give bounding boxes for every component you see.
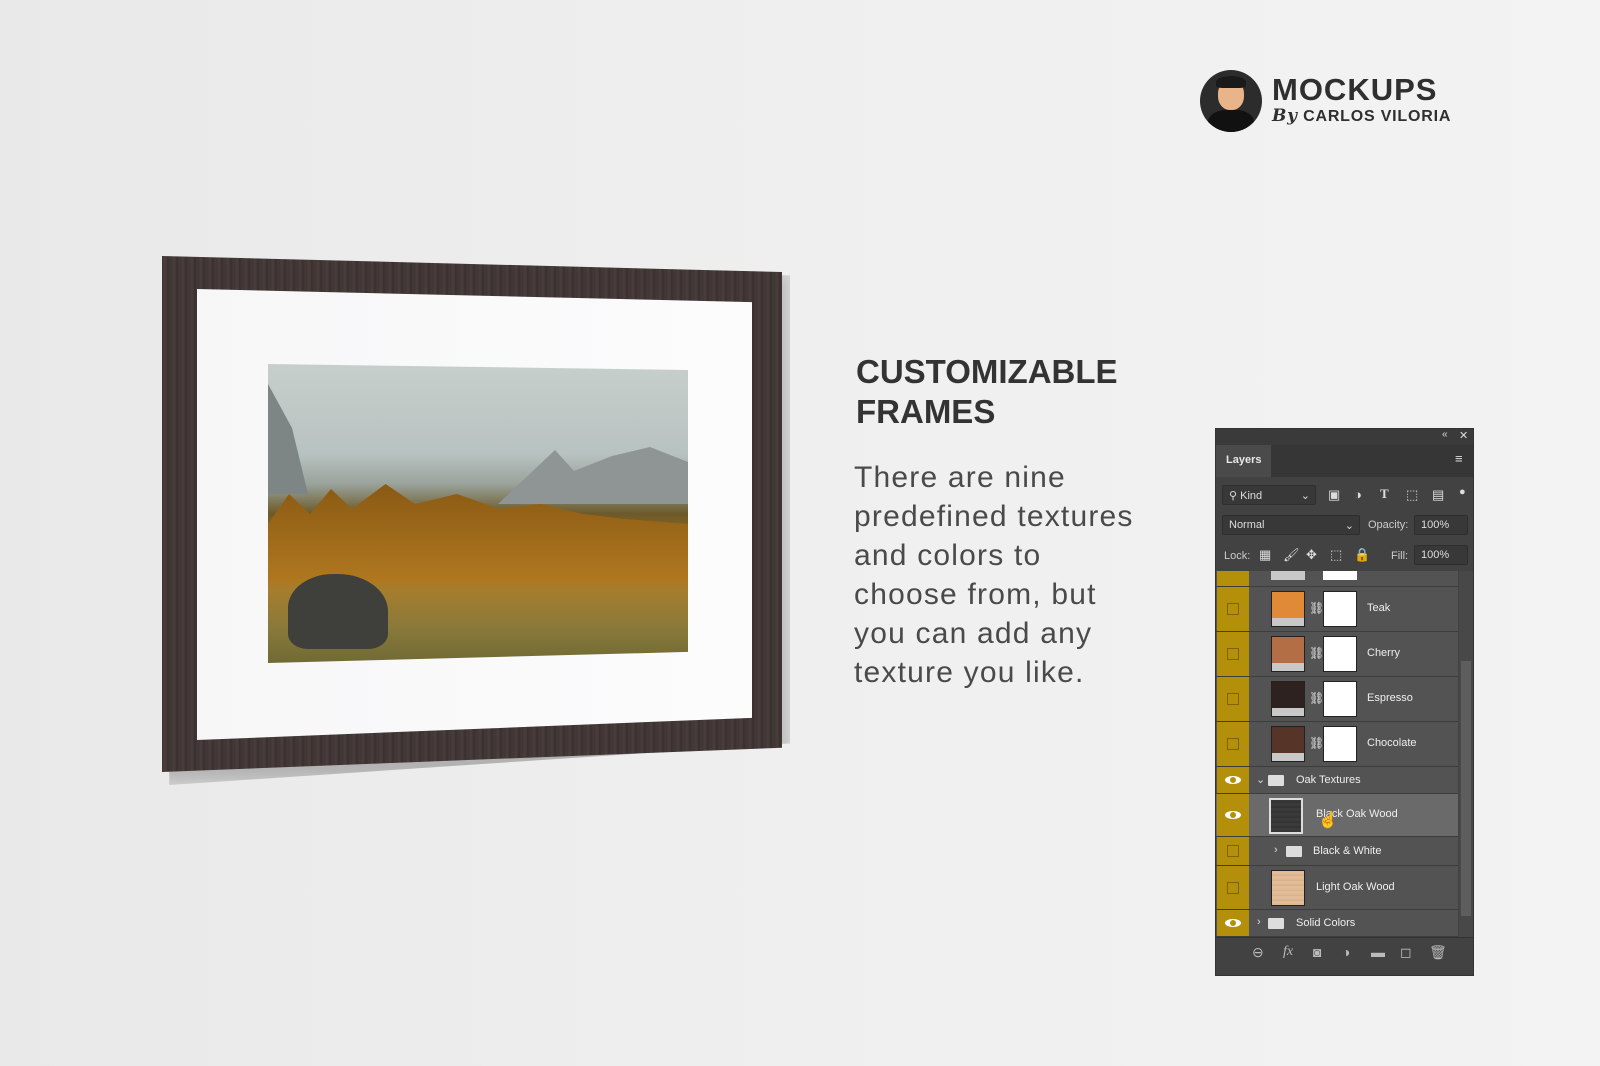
layer-name: Black & White [1313, 845, 1382, 857]
filter-shape-icon[interactable]: ⬚ [1406, 487, 1418, 503]
lock-artboard-icon[interactable]: ⬚ [1330, 547, 1342, 563]
layer-mask[interactable] [1323, 591, 1357, 627]
layer-row-chocolate[interactable]: ⛓ Chocolate [1216, 722, 1458, 767]
filter-type-icon[interactable]: T [1380, 486, 1389, 502]
layer-thumbnail [1271, 591, 1305, 627]
layer-row-cherry[interactable]: ⛓ Cherry [1216, 632, 1458, 677]
trash-icon[interactable]: 🗑 [1429, 944, 1447, 961]
logo-avatar [1200, 70, 1262, 132]
eye-icon[interactable] [1225, 811, 1241, 819]
filter-toggle-icon[interactable]: ● [1459, 486, 1466, 498]
layers-scrollbar[interactable] [1459, 571, 1473, 937]
layer-row-teak[interactable]: ⛓ Teak [1216, 587, 1458, 632]
layer-thumbnail [1271, 726, 1305, 762]
layer-row-light-oak-wood[interactable]: Light Oak Wood [1216, 866, 1458, 910]
filter-adjustment-icon[interactable]: ◑ [1354, 487, 1362, 502]
logo-title: MOCKUPS [1272, 72, 1438, 107]
hand-cursor-icon: ☝ [1318, 812, 1338, 829]
chevron-down-icon: ⌄ [1344, 520, 1354, 532]
layers-panel: « ✕ Layers ≡ ⚲ Kind ⌄ ▣ ◑ T ⬚ ▤ ● Normal ⌄… [1215, 428, 1474, 976]
logo-subtitle: By CARLOS VILORIA [1272, 106, 1452, 126]
layer-thumbnail [1271, 870, 1305, 906]
layer-name: Espresso [1367, 692, 1413, 704]
link-icon[interactable]: ⛓ [1309, 646, 1324, 660]
eye-icon[interactable] [1225, 776, 1241, 784]
lock-all-icon[interactable]: 🔒 [1354, 547, 1370, 563]
layer-thumbnail [1269, 798, 1303, 834]
folder-icon [1286, 846, 1302, 857]
new-group-icon[interactable]: ▬ [1371, 944, 1385, 960]
layer-name: Solid Colors [1296, 917, 1356, 929]
panel-footer: ⊖ fx ◙ ◑ ▬ ◻ 🗑 [1216, 937, 1473, 967]
layer-row-partial[interactable] [1216, 571, 1458, 587]
layer-group-oak-textures[interactable]: ⌄ Oak Textures [1216, 767, 1458, 794]
visibility-toggle[interactable] [1227, 845, 1239, 857]
layer-name: Chocolate [1367, 737, 1417, 749]
tab-layers[interactable]: Layers [1216, 445, 1271, 477]
layer-thumbnail [1271, 681, 1305, 717]
opacity-input[interactable]: 100% [1414, 515, 1468, 535]
chevron-right-icon[interactable]: › [1257, 916, 1261, 928]
search-icon: ⚲ [1229, 490, 1241, 502]
link-icon[interactable]: ⛓ [1309, 691, 1324, 705]
link-layers-icon[interactable]: ⊖ [1252, 944, 1264, 961]
landscape-photo [268, 364, 688, 663]
lock-transparent-icon[interactable]: ▦ [1259, 547, 1271, 563]
visibility-toggle[interactable] [1227, 648, 1239, 660]
new-layer-icon[interactable]: ◻ [1400, 944, 1412, 961]
layer-thumbnail [1271, 636, 1305, 672]
folder-icon [1268, 918, 1284, 929]
layer-name: Light Oak Wood [1316, 881, 1395, 893]
layer-row-black-oak-wood[interactable]: Black Oak Wood ☝ [1216, 794, 1458, 837]
add-mask-icon[interactable]: ◙ [1313, 944, 1321, 960]
fill-input[interactable]: 100% [1414, 545, 1468, 565]
layer-mask[interactable] [1323, 726, 1357, 762]
eye-icon[interactable] [1225, 919, 1241, 927]
link-icon[interactable]: ⛓ [1309, 736, 1324, 750]
visibility-toggle[interactable] [1227, 738, 1239, 750]
blend-mode-select[interactable]: Normal ⌄ [1222, 515, 1360, 535]
chevron-right-icon[interactable]: › [1274, 844, 1278, 856]
description: There are nine predefined textures and c… [854, 461, 1134, 689]
close-icon[interactable]: ✕ [1459, 429, 1468, 442]
filter-smartobject-icon[interactable]: ▤ [1432, 487, 1444, 503]
layer-name: Cherry [1367, 647, 1401, 659]
filter-kind-select[interactable]: ⚲ Kind ⌄ [1222, 485, 1316, 505]
scrollbar-thumb[interactable] [1461, 661, 1471, 916]
panel-titlebar: « ✕ [1216, 429, 1473, 445]
headline: CUSTOMIZABLE FRAMES [856, 353, 1118, 430]
layer-row-espresso[interactable]: ⛓ Espresso [1216, 677, 1458, 722]
fx-icon[interactable]: fx [1283, 944, 1293, 960]
panel-menu-icon[interactable]: ≡ [1455, 451, 1463, 466]
lock-label: Lock: [1224, 550, 1251, 562]
layer-mask[interactable] [1323, 681, 1357, 717]
layer-name: Oak Textures [1296, 774, 1361, 786]
link-icon[interactable]: ⛓ [1309, 601, 1324, 615]
adjustment-layer-icon[interactable]: ◑ [1342, 944, 1350, 960]
filter-pixel-icon[interactable]: ▣ [1328, 487, 1340, 503]
lock-move-icon[interactable]: ✥ [1306, 547, 1317, 563]
layers-list: ⛓ Teak ⛓ Cherry ⛓ Espresso ⛓ Chocolate ⌄… [1216, 571, 1458, 937]
panel-tabs: Layers ≡ [1216, 445, 1473, 477]
fill-label: Fill: [1391, 550, 1409, 562]
chevron-down-icon[interactable]: ⌄ [1256, 773, 1265, 786]
opacity-label: Opacity: [1368, 519, 1409, 531]
lock-paint-brush-icon[interactable]: 🖌 [1283, 547, 1300, 563]
folder-icon [1268, 775, 1284, 786]
layer-name: Teak [1367, 602, 1391, 614]
visibility-toggle[interactable] [1227, 603, 1239, 615]
layer-mask[interactable] [1323, 636, 1357, 672]
layer-group-solid-colors[interactable]: › Solid Colors [1216, 910, 1458, 937]
visibility-toggle[interactable] [1227, 693, 1239, 705]
chevron-down-icon: ⌄ [1300, 490, 1310, 502]
visibility-toggle[interactable] [1227, 881, 1239, 894]
collapse-icon[interactable]: « [1442, 429, 1448, 440]
layer-group-black-white[interactable]: › Black & White [1216, 837, 1458, 866]
